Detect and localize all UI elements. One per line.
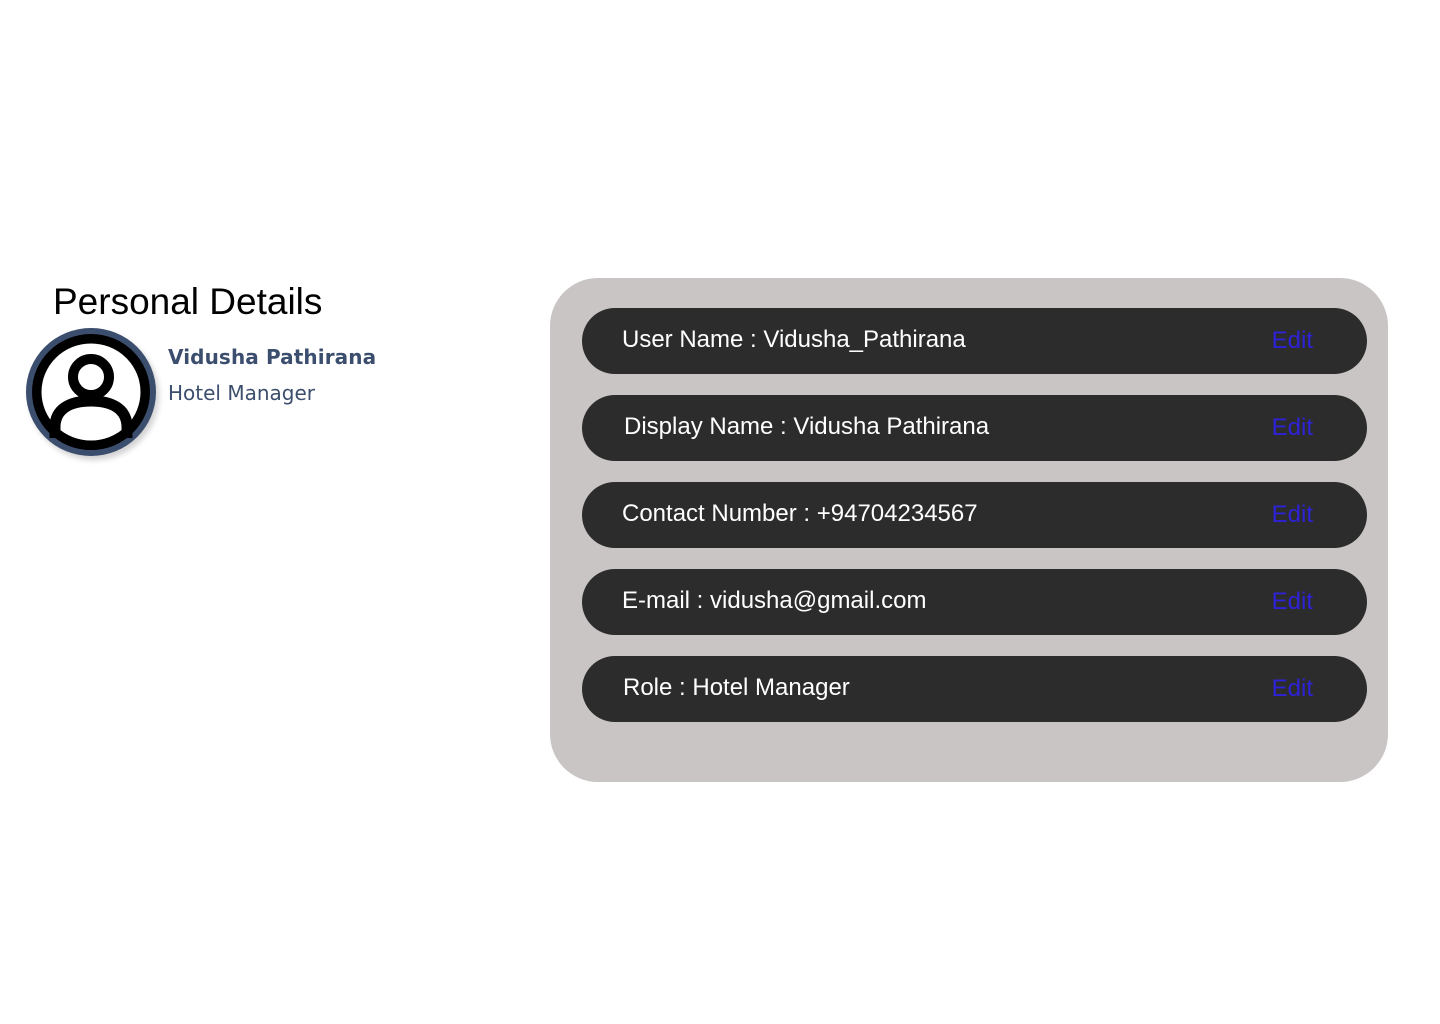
detail-row-email: E-mail : vidusha@gmail.com Edit xyxy=(582,569,1367,635)
detail-row-username: User Name : Vidusha_Pathirana Edit xyxy=(582,308,1367,374)
profile-role: Hotel Manager xyxy=(168,381,316,405)
page-title: Personal Details xyxy=(53,281,323,322)
role-text: Role : Hotel Manager xyxy=(623,674,850,701)
display-name-text: Display Name : Vidusha Pathirana xyxy=(624,413,990,440)
contact-number-text: Contact Number : +94704234567 xyxy=(622,500,978,527)
avatar xyxy=(26,328,156,456)
detail-row-display-name: Display Name : Vidusha Pathirana Edit xyxy=(582,395,1367,461)
user-avatar-icon xyxy=(32,334,150,450)
username-text: User Name : Vidusha_Pathirana xyxy=(622,326,966,353)
detail-row-role: Role : Hotel Manager Edit xyxy=(582,656,1367,722)
edit-contact-number-button[interactable]: Edit xyxy=(1272,482,1313,548)
edit-role-button[interactable]: Edit xyxy=(1272,656,1313,722)
edit-username-button[interactable]: Edit xyxy=(1272,308,1313,374)
detail-row-contact-number: Contact Number : +94704234567 Edit xyxy=(582,482,1367,548)
details-card: User Name : Vidusha_Pathirana Edit Displ… xyxy=(550,278,1388,782)
email-text: E-mail : vidusha@gmail.com xyxy=(622,587,927,614)
edit-email-button[interactable]: Edit xyxy=(1272,569,1313,635)
profile-name: Vidusha Pathirana xyxy=(168,345,377,369)
edit-display-name-button[interactable]: Edit xyxy=(1272,395,1313,461)
